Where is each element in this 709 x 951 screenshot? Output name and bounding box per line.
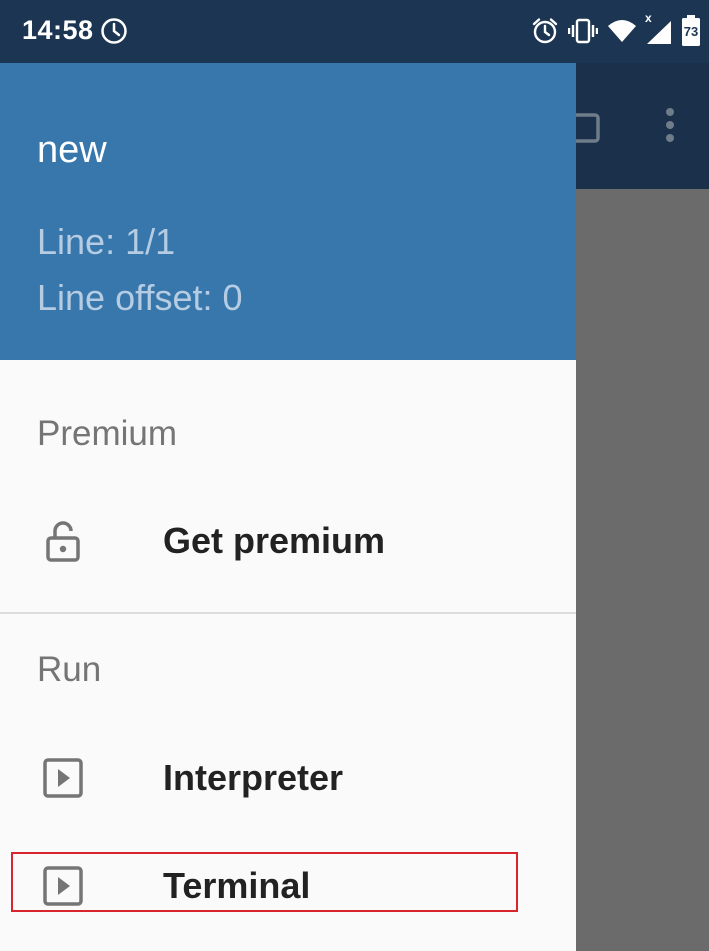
file-name: new	[37, 129, 107, 171]
battery-icon: 73	[681, 15, 701, 47]
alarm-icon	[532, 18, 558, 44]
lock-icon	[46, 521, 80, 562]
more-vert-icon[interactable]	[660, 106, 680, 146]
menu-label-get-premium: Get premium	[163, 520, 386, 561]
wifi-icon	[608, 20, 636, 42]
signal-marker: x	[645, 11, 652, 25]
menu-item-get-premium[interactable]: Get premium	[0, 498, 576, 588]
vibrate-icon	[568, 18, 598, 44]
drawer-header: new Line: 1/1 Line offset: 0	[0, 63, 576, 360]
status-bar: 14:58 x 73	[0, 0, 709, 63]
navigation-drawer: new Line: 1/1 Line offset: 0 Premium Get…	[0, 63, 576, 951]
signal-icon: x	[645, 11, 672, 45]
menu-item-terminal[interactable]: Terminal	[0, 853, 576, 943]
menu-item-interpreter[interactable]: Interpreter	[0, 733, 576, 823]
line-offset-info: Line offset: 0	[37, 277, 243, 318]
menu-label-terminal: Terminal	[163, 865, 311, 906]
play-box-icon	[43, 758, 83, 798]
section-title-run: Run	[37, 650, 102, 689]
line-info: Line: 1/1	[37, 221, 176, 262]
status-icons: x 73	[531, 11, 701, 48]
divider	[0, 612, 576, 614]
play-box-icon	[43, 866, 83, 906]
menu-label-interpreter: Interpreter	[163, 757, 344, 798]
clock-icon	[101, 18, 127, 44]
battery-level: 73	[683, 24, 699, 39]
status-time: 14:58	[22, 15, 94, 45]
section-title-premium: Premium	[37, 414, 178, 453]
